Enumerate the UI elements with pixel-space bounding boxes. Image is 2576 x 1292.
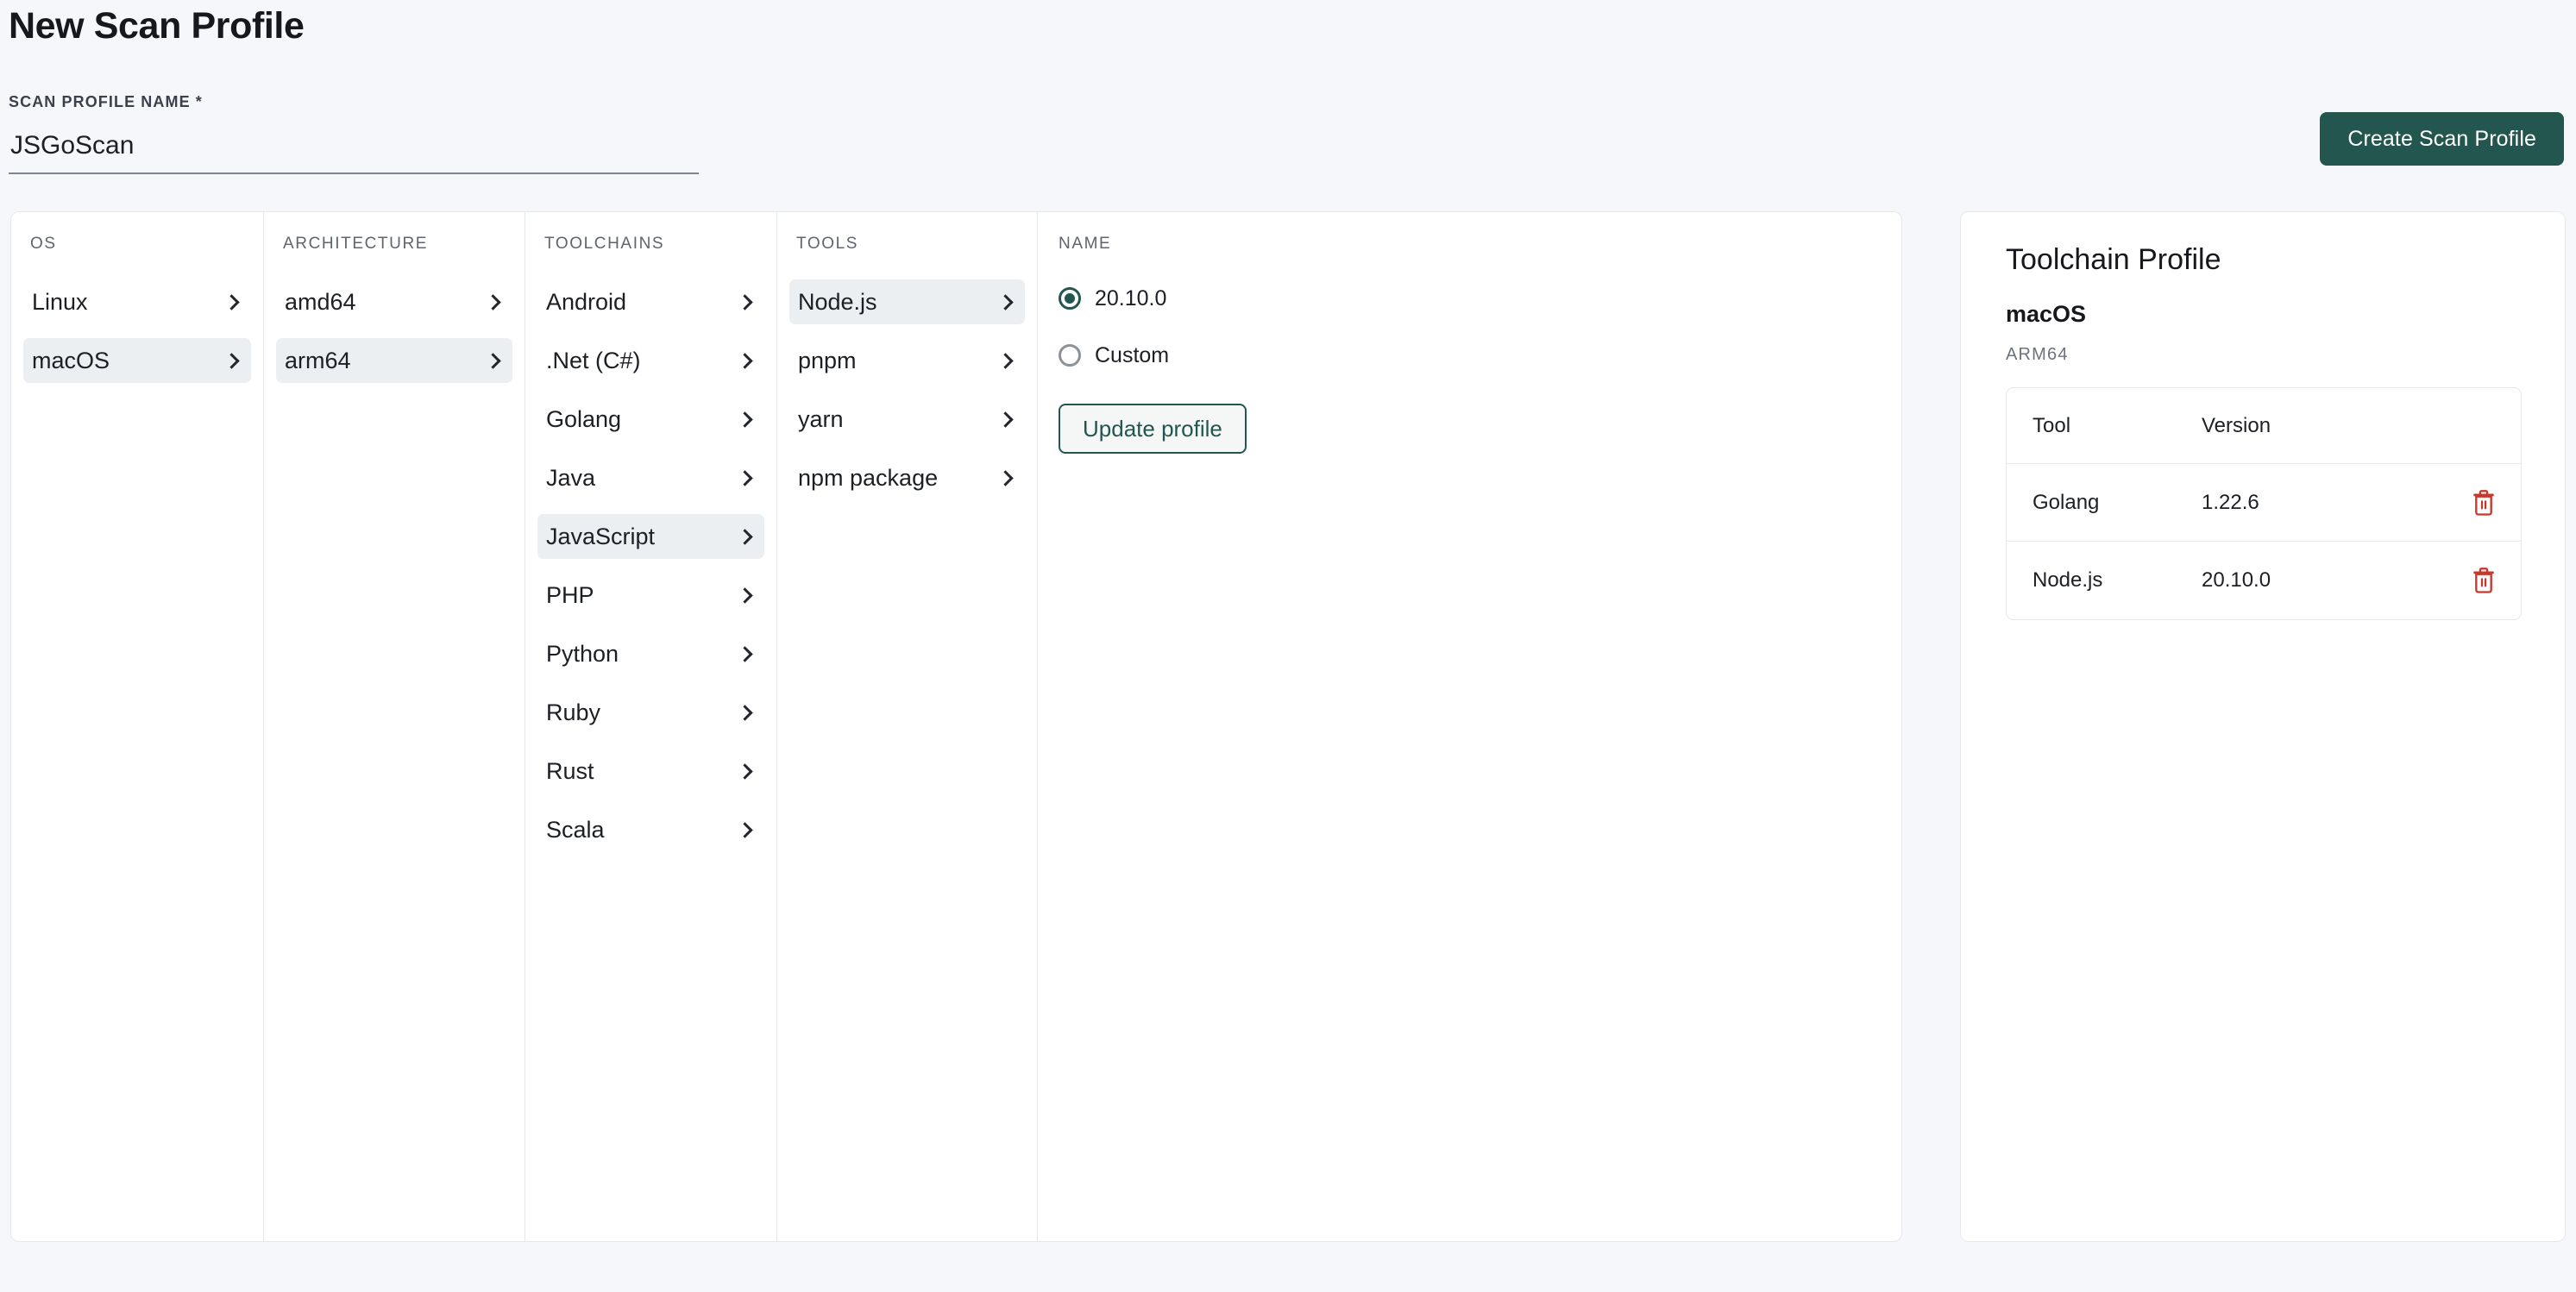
- tool-item-pnpm[interactable]: pnpm: [789, 338, 1025, 383]
- version-radio-label: Custom: [1095, 342, 1170, 367]
- os-item-linux[interactable]: Linux: [23, 279, 251, 324]
- radio-selected-icon: [1059, 287, 1081, 310]
- chevron-right-icon: [997, 411, 1014, 428]
- cell-tool: Golang: [2033, 490, 2100, 514]
- toolchain-profile-table: Tool Version Golang 1.22.6 Node.js 20.10…: [2006, 387, 2522, 620]
- toolchain-item-label: JavaScript: [546, 523, 656, 549]
- chevron-right-icon: [737, 586, 753, 604]
- tool-item-yarn[interactable]: yarn: [789, 397, 1025, 442]
- architecture-item-label: amd64: [285, 288, 356, 315]
- toolchain-item-javascript[interactable]: JavaScript: [537, 514, 764, 559]
- architecture-item-amd64[interactable]: amd64: [276, 279, 512, 324]
- tool-item-label: yarn: [798, 405, 844, 432]
- chevron-right-icon: [737, 645, 753, 662]
- os-item-label: Linux: [32, 288, 88, 315]
- table-row: Golang 1.22.6: [2007, 464, 2521, 542]
- chevron-right-icon: [485, 352, 501, 369]
- os-column-header: OS: [30, 235, 57, 253]
- toolchain-item-rust[interactable]: Rust: [537, 749, 764, 793]
- toolchain-profile-os: macOS: [2006, 301, 2087, 327]
- tools-column-header: TOOLS: [796, 235, 859, 253]
- toolchain-item-ruby[interactable]: Ruby: [537, 690, 764, 735]
- chevron-right-icon: [737, 704, 753, 721]
- os-item-label: macOS: [32, 347, 110, 373]
- toolchain-item-label: Java: [546, 464, 596, 491]
- chevron-right-icon: [737, 762, 753, 780]
- tool-item-npm-package[interactable]: npm package: [789, 455, 1025, 500]
- toolchain-item-label: Android: [546, 288, 627, 315]
- version-radio-label: 20.10.0: [1095, 285, 1167, 310]
- scan-profile-name-input[interactable]: [9, 121, 699, 171]
- architecture-column-header: ARCHITECTURE: [283, 235, 429, 253]
- toolchain-item-label: Scala: [546, 816, 605, 843]
- chevron-right-icon: [997, 293, 1014, 310]
- cell-version: 20.10.0: [2202, 568, 2271, 592]
- tool-item-nodejs[interactable]: Node.js: [789, 279, 1025, 324]
- tool-item-label: Node.js: [798, 288, 877, 315]
- cell-tool: Node.js: [2033, 568, 2103, 592]
- version-radio-20-10-0[interactable]: 20.10.0: [1059, 279, 1889, 317]
- scan-profile-name-label: SCAN PROFILE NAME *: [9, 93, 203, 110]
- architecture-column: ARCHITECTURE amd64 arm64: [264, 212, 525, 1241]
- toolchain-selector-card: OS Linux macOS ARCHITECTURE amd64 arm64: [10, 211, 1902, 1242]
- tool-item-label: pnpm: [798, 347, 857, 373]
- new-scan-profile-page: New Scan Profile SCAN PROFILE NAME * Cre…: [0, 0, 2576, 1292]
- scan-profile-name-field-wrap: [9, 121, 699, 174]
- column-header-version: Version: [2202, 413, 2271, 437]
- tools-column: TOOLS Node.js pnpm yarn npm package: [777, 212, 1038, 1241]
- trash-icon[interactable]: [2472, 489, 2495, 516]
- chevron-right-icon: [737, 411, 753, 428]
- toolchain-item-scala[interactable]: Scala: [537, 807, 764, 852]
- chevron-right-icon: [997, 469, 1014, 486]
- page-title: New Scan Profile: [9, 5, 305, 47]
- chevron-right-icon: [223, 352, 240, 369]
- radio-unselected-icon: [1059, 344, 1081, 367]
- toolchain-profile-architecture: ARM64: [2006, 345, 2069, 364]
- version-radio-custom[interactable]: Custom: [1059, 336, 1889, 374]
- os-item-macos[interactable]: macOS: [23, 338, 251, 383]
- toolchain-item-android[interactable]: Android: [537, 279, 764, 324]
- tool-item-label: npm package: [798, 464, 939, 491]
- toolchain-item-label: .Net (C#): [546, 347, 641, 373]
- toolchain-item-php[interactable]: PHP: [537, 573, 764, 618]
- toolchain-item-python[interactable]: Python: [537, 631, 764, 676]
- architecture-item-label: arm64: [285, 347, 351, 373]
- column-header-tool: Tool: [2033, 413, 2071, 437]
- architecture-item-arm64[interactable]: arm64: [276, 338, 512, 383]
- toolchain-item-label: Python: [546, 640, 619, 667]
- chevron-right-icon: [737, 528, 753, 545]
- toolchains-column: TOOLCHAINS Android .Net (C#) Golang Java…: [525, 212, 777, 1241]
- version-column-header: NAME: [1059, 235, 1112, 253]
- trash-icon[interactable]: [2472, 568, 2495, 593]
- toolchain-profile-panel: Toolchain Profile macOS ARM64 Tool Versi…: [1960, 211, 2566, 1242]
- toolchain-item-golang[interactable]: Golang: [537, 397, 764, 442]
- toolchain-item-label: PHP: [546, 581, 594, 608]
- toolchain-item-dotnet[interactable]: .Net (C#): [537, 338, 764, 383]
- cell-actions: [2448, 489, 2495, 516]
- toolchain-item-label: Golang: [546, 405, 622, 432]
- chevron-right-icon: [997, 352, 1014, 369]
- cell-version: 1.22.6: [2202, 490, 2259, 514]
- chevron-right-icon: [737, 821, 753, 838]
- toolchains-column-header: TOOLCHAINS: [544, 235, 665, 253]
- chevron-right-icon: [737, 293, 753, 310]
- chevron-right-icon: [737, 352, 753, 369]
- toolchain-item-java[interactable]: Java: [537, 455, 764, 500]
- chevron-right-icon: [485, 293, 501, 310]
- table-header-row: Tool Version: [2007, 388, 2521, 464]
- version-column: NAME 20.10.0 Custom Update profile: [1038, 212, 1901, 1241]
- create-scan-profile-button[interactable]: Create Scan Profile: [2320, 112, 2564, 166]
- os-column: OS Linux macOS: [11, 212, 264, 1241]
- toolchain-profile-title: Toolchain Profile: [2006, 243, 2221, 276]
- toolchain-item-label: Ruby: [546, 699, 601, 725]
- toolchain-item-label: Rust: [546, 757, 594, 784]
- table-row: Node.js 20.10.0: [2007, 542, 2521, 619]
- cell-actions: [2448, 568, 2495, 593]
- update-profile-button[interactable]: Update profile: [1059, 404, 1247, 454]
- chevron-right-icon: [737, 469, 753, 486]
- chevron-right-icon: [223, 293, 240, 310]
